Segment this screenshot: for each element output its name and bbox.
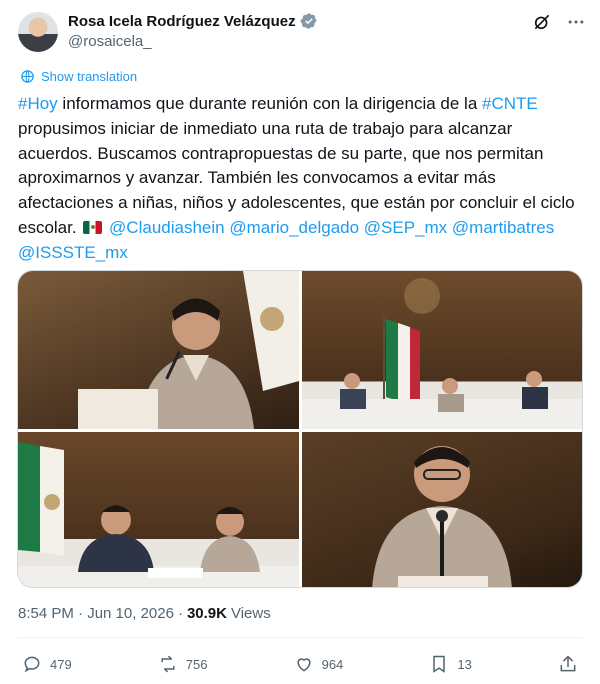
mexico-flag-emoji (83, 220, 103, 234)
tweet-top-actions (532, 12, 586, 32)
mention-mario-delgado[interactable]: @mario_delgado (229, 218, 359, 237)
bookmark-button[interactable]: 13 (429, 654, 472, 674)
divider (18, 637, 582, 638)
photo-1[interactable] (18, 271, 299, 429)
views-count: 30.9K (186, 605, 227, 622)
mention-martibatres[interactable]: @martibatres (452, 218, 554, 237)
heart-icon (297, 658, 311, 672)
verified-badge-icon (300, 13, 317, 29)
mention-sep-mx[interactable]: @SEP_mx (364, 218, 447, 237)
reply-count: 479 (50, 656, 72, 672)
hashtag-cnte[interactable]: #CNTE (482, 94, 538, 113)
grok-icon[interactable] (532, 12, 552, 32)
reply-icon (24, 656, 40, 673)
views-label: Views (230, 605, 271, 622)
author-handle[interactable]: @rosaicela_ (68, 33, 152, 50)
bookmark-count: 13 (457, 656, 472, 672)
tweet-timestamp[interactable]: 8:54 PM · Jun 10, 2026 (18, 605, 174, 622)
show-translation-label: Show translation (41, 69, 138, 84)
photo-2[interactable] (302, 271, 582, 429)
tweet-text-part: informamos que durante reunión con la di… (57, 94, 482, 113)
tweet-actions: 479 756 964 13 (22, 654, 578, 674)
share-icon (560, 655, 576, 672)
reply-button[interactable]: 479 (22, 654, 72, 674)
photo-3[interactable] (18, 432, 299, 587)
tweet-meta: 8:54 PM · Jun 10, 2026 · 30.9K Views (18, 605, 271, 622)
share-button[interactable] (558, 654, 578, 674)
media-grid (17, 270, 583, 588)
author-name-row: Rosa Icela Rodríguez Velázquez (68, 12, 318, 30)
mention-claudiashein[interactable]: @Claudiashein (109, 218, 225, 237)
hashtag-hoy[interactable]: #Hoy (18, 94, 58, 113)
bookmark-icon (433, 655, 446, 673)
more-options-icon[interactable] (566, 12, 586, 32)
mention-issste-mx[interactable]: @ISSSTE_mx (18, 243, 128, 262)
author-name[interactable]: Rosa Icela Rodríguez Velázquez (68, 13, 296, 30)
author-avatar[interactable] (18, 12, 58, 52)
photo-4[interactable] (302, 432, 582, 587)
like-button[interactable]: 964 (294, 654, 344, 674)
repost-count: 756 (185, 656, 208, 672)
repost-button[interactable]: 756 (158, 654, 208, 674)
meta-separator: · (177, 605, 183, 622)
show-translation-link[interactable]: Show translation (20, 69, 137, 84)
tweet-text: #Hoy informamos que durante reunión con … (18, 92, 584, 266)
globe-icon (21, 70, 34, 83)
repost-icon (161, 655, 175, 673)
like-count: 964 (321, 656, 344, 672)
